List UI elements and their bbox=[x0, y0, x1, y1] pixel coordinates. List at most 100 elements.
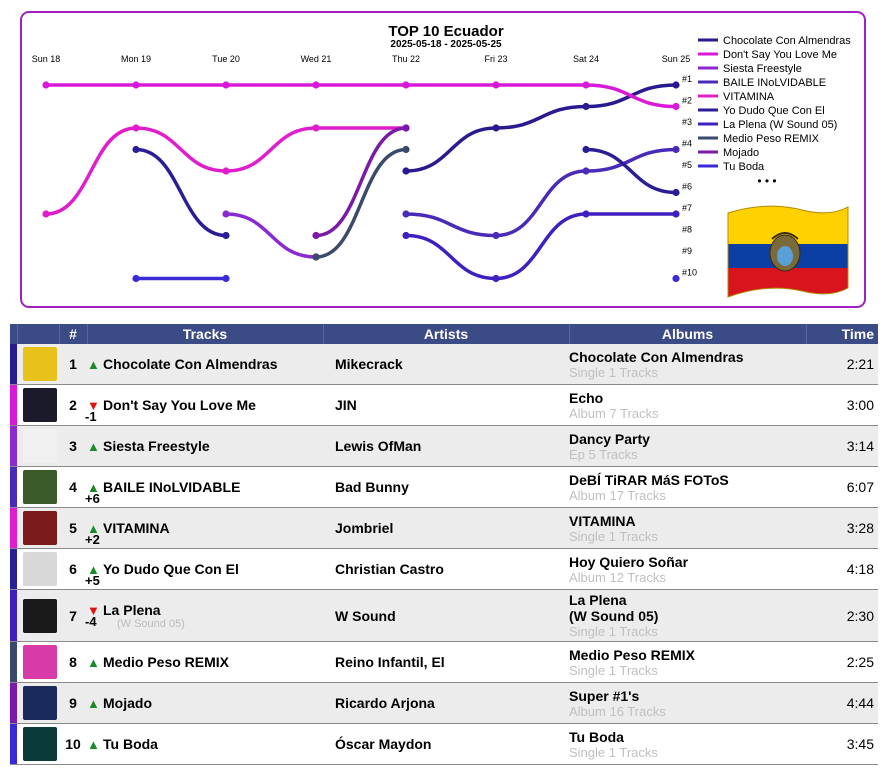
table-row[interactable]: 4 ▲ +6 BAILE INoLVIDABLE Bad Bunny DeBÍ TiRAR… bbox=[10, 466, 878, 508]
rank-delta: +5 bbox=[85, 573, 100, 588]
portrait-cover-icon[interactable] bbox=[23, 552, 57, 586]
table-row[interactable]: 6 ▲ +5 Yo Dudo Que Con El Christian Castro Ho… bbox=[10, 548, 878, 590]
table-row[interactable]: 7 ▼ -4 La Plena (W Sound 05) W Sound La Plena … bbox=[10, 589, 878, 642]
artist-name[interactable]: Christian Castro bbox=[323, 548, 569, 590]
album-name[interactable]: Chocolate Con Almendras bbox=[569, 349, 806, 365]
artist-name[interactable]: Bad Bunny bbox=[323, 466, 569, 508]
table-row[interactable]: 10 ▲ Tu Boda Óscar Maydon Tu Boda Single 1 Tr… bbox=[10, 723, 878, 765]
artist-name[interactable]: W Sound bbox=[323, 589, 569, 642]
rank-tick-label: #4 bbox=[682, 139, 692, 149]
album-meta: Album 12 Tracks bbox=[569, 569, 666, 585]
row-color-stripe bbox=[10, 589, 17, 642]
artist-name[interactable]: JIN bbox=[323, 384, 569, 426]
row-rank: 7 bbox=[59, 589, 87, 642]
track-title[interactable]: VITAMINA bbox=[103, 520, 170, 536]
series-point bbox=[132, 274, 140, 283]
track-title-text: VITAMINA bbox=[103, 520, 170, 536]
track-cell: ▲ Medio Peso REMIX bbox=[87, 654, 323, 670]
track-title-text: Mojado bbox=[103, 695, 152, 711]
series-line bbox=[44, 83, 678, 109]
flag-red-stripe bbox=[728, 268, 848, 297]
series-point bbox=[672, 188, 680, 197]
row-color-stripe bbox=[10, 723, 17, 765]
artist-name[interactable]: Lewis OfMan bbox=[323, 425, 569, 467]
header-albums[interactable]: Albums bbox=[568, 324, 806, 344]
artist-name[interactable]: Mikecrack bbox=[323, 344, 569, 385]
rank-tick-label: #3 bbox=[682, 117, 692, 127]
album-name[interactable]: La Plena (W Sound 05) bbox=[569, 592, 806, 624]
row-color-stripe bbox=[10, 682, 17, 724]
table-row[interactable]: 5 ▲ +2 VITAMINA Jombriel VITAMINA Single 1 Tra… bbox=[10, 507, 878, 549]
track-title-text: Don't Say You Love Me bbox=[103, 397, 256, 413]
kids-cover-icon[interactable] bbox=[23, 645, 57, 679]
track-title[interactable]: Siesta Freestyle bbox=[103, 438, 210, 454]
track-title[interactable]: Mojado bbox=[103, 695, 152, 711]
album-name[interactable]: VITAMINA bbox=[569, 513, 806, 529]
doodle-cover-icon[interactable] bbox=[23, 429, 57, 463]
row-color-stripe bbox=[10, 344, 17, 385]
table-row[interactable]: 8 ▲ Medio Peso REMIX Reino Infantil, El Medi… bbox=[10, 641, 878, 683]
table-row[interactable]: 3 ▲ Siesta Freestyle Lewis OfMan Dancy Party… bbox=[10, 425, 878, 467]
wsound-cover-icon[interactable] bbox=[23, 598, 57, 633]
album-name[interactable]: Hoy Quiero Soñar bbox=[569, 554, 806, 570]
track-title[interactable]: Don't Say You Love Me bbox=[103, 397, 256, 413]
rank-delta: -1 bbox=[85, 409, 97, 424]
album-name[interactable]: Dancy Party bbox=[569, 431, 806, 447]
track-title[interactable]: Yo Dudo Que Con El bbox=[103, 561, 239, 577]
series-point bbox=[492, 274, 500, 283]
header-time[interactable]: Time bbox=[805, 324, 878, 344]
series-point bbox=[222, 274, 230, 283]
album-name[interactable]: Super #1's bbox=[569, 688, 806, 704]
row-rank: 8 bbox=[59, 641, 87, 683]
series-point bbox=[492, 124, 500, 132]
track-cell: ▲ +6 BAILE INoLVIDABLE bbox=[85, 479, 323, 505]
album-name[interactable]: Tu Boda bbox=[569, 729, 806, 745]
trend-up-icon: ▲ bbox=[87, 696, 100, 711]
series-point bbox=[582, 102, 590, 111]
series-point bbox=[672, 102, 680, 111]
stage-cover-icon[interactable] bbox=[23, 686, 57, 720]
group-cover-icon[interactable] bbox=[23, 511, 57, 545]
series-point bbox=[312, 81, 320, 89]
track-title[interactable]: Tu Boda bbox=[103, 736, 158, 752]
track-title[interactable]: La Plena (W Sound 05) bbox=[103, 602, 185, 630]
artist-name[interactable]: Reino Infantil, El bbox=[323, 641, 569, 683]
track-duration: 3:14 bbox=[806, 425, 878, 467]
album-name[interactable]: DeBÍ TiRAR MáS FOToS bbox=[569, 472, 806, 488]
rank-tick-label: #1 bbox=[682, 74, 692, 84]
chart-subtitle: 2025-05-18 - 2025-05-25 bbox=[390, 39, 502, 50]
table-row[interactable]: 1 ▲ Chocolate Con Almendras Mikecrack Chocol… bbox=[10, 344, 878, 385]
header-artists[interactable]: Artists bbox=[322, 324, 569, 344]
row-color-stripe bbox=[10, 641, 17, 683]
track-duration: 2:21 bbox=[806, 344, 878, 385]
artist-name[interactable]: Ricardo Arjona bbox=[323, 682, 569, 724]
series-point bbox=[42, 81, 50, 89]
album-name[interactable]: Echo bbox=[569, 390, 806, 406]
rank-delta: +2 bbox=[85, 532, 100, 547]
series-point bbox=[402, 81, 410, 89]
table-row[interactable]: 2 ▼ -1 Don't Say You Love Me JIN Echo Album 7 … bbox=[10, 384, 878, 426]
album-meta: Single 1 Tracks bbox=[569, 744, 658, 760]
album-name[interactable]: Medio Peso REMIX bbox=[569, 647, 806, 663]
album-meta: Single 1 Tracks bbox=[569, 528, 658, 544]
track-title[interactable]: BAILE INoLVIDABLE bbox=[103, 479, 240, 495]
legend: Chocolate Con Almendras Don't Say You Lov… bbox=[698, 35, 851, 173]
table-row[interactable]: 9 ▲ Mojado Ricardo Arjona Super #1's Album 16… bbox=[10, 682, 878, 724]
cartoon-cover-icon[interactable] bbox=[23, 347, 57, 381]
trend-up-icon: ▲ bbox=[87, 439, 100, 454]
artist-name[interactable]: Jombriel bbox=[323, 507, 569, 549]
ranking-table: # Tracks Artists Albums Time 1 ▲ Chocolate… bbox=[10, 324, 878, 765]
header-tracks[interactable]: Tracks bbox=[86, 324, 323, 344]
legend-entry: Medio Peso REMIX bbox=[723, 133, 820, 145]
echo-cover-icon[interactable] bbox=[23, 388, 57, 422]
bump-chart: TOP 10 Ecuador 2025-05-18 - 2025-05-25 S… bbox=[32, 23, 851, 298]
row-color-stripe bbox=[10, 466, 17, 508]
arch-cover-icon[interactable] bbox=[23, 727, 57, 761]
row-rank: 1 bbox=[59, 344, 87, 385]
artist-name[interactable]: Óscar Maydon bbox=[323, 723, 569, 765]
track-title-text: Tu Boda bbox=[103, 736, 158, 752]
chairs-cover-icon[interactable] bbox=[23, 470, 57, 504]
track-duration: 3:28 bbox=[806, 507, 878, 549]
track-title[interactable]: Medio Peso REMIX bbox=[103, 654, 229, 670]
track-title[interactable]: Chocolate Con Almendras bbox=[103, 356, 278, 372]
